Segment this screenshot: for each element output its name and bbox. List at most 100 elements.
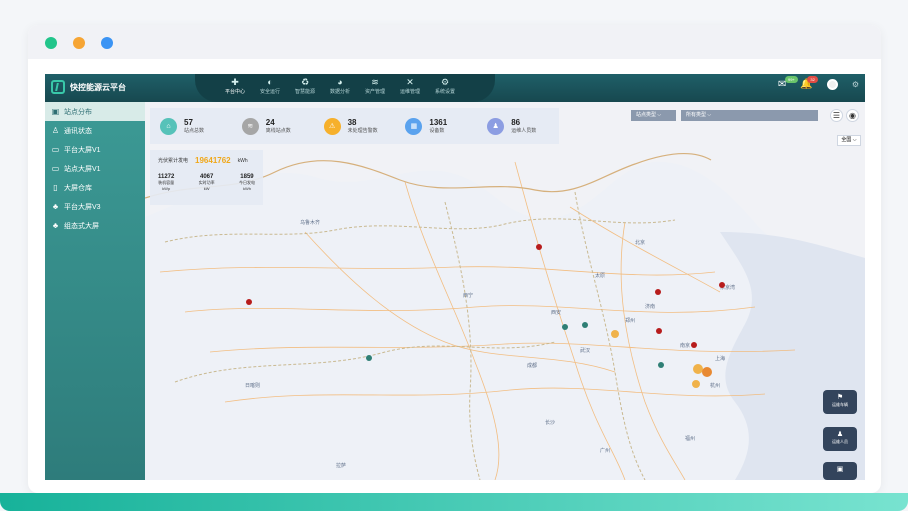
tab-system-settings[interactable]: ⚙ 系统设置 [430,77,460,95]
person-icon: ♟ [487,117,505,135]
svg-text:杭州: 杭州 [710,382,720,389]
folder-icon: ▯ [53,183,58,192]
app-shell: 快控能源云平台 ✚ 平台中心 ◐ 安全运行 ♻ 智慧能源 ◕ 数据分析 ≋ 资产管理 ✕ 运… [45,74,865,480]
site-marker-online[interactable] [562,324,568,330]
tab-data-analysis[interactable]: ◕ 数据分析 [325,77,355,95]
site-marker[interactable] [536,244,542,250]
offline-icon: ≋ [241,117,259,135]
site-cluster[interactable] [693,364,703,374]
svg-text:西安: 西安 [551,309,561,316]
staff-icon: ♟ [836,431,844,438]
app-frame: 快控能源云平台 ✚ 平台中心 ◐ 安全运行 ♻ 智慧能源 ◕ 数据分析 ≋ 资产管理 ✕ 运… [28,25,881,493]
svg-text:南京: 南京 [680,342,690,349]
svg-text:武汉: 武汉 [580,347,590,354]
site-total-icon: ⌂ [160,117,177,135]
site-marker[interactable] [719,282,725,288]
svg-text:长沙: 长沙 [545,419,555,426]
window-dot-blue [101,37,113,49]
widget-icon: ▣ [836,466,844,473]
bottom-accent [0,493,908,511]
site-icon: ▣ [51,107,60,116]
maintenance-vehicles-button[interactable]: ⚑ 运维车辆 [823,390,857,414]
tab-platform-center[interactable]: ✚ 平台中心 [220,77,250,95]
sidebar-item-screen-warehouse[interactable]: ▯ 大屏仓库 [45,178,145,197]
settings-icon[interactable]: ⚙ [852,80,859,89]
stat-site-total: ⌂ 57 站点总数 [150,117,232,135]
site-marker[interactable] [246,299,252,305]
svg-text:广州: 广州 [600,447,610,454]
notification-badge: 32 [807,76,818,83]
svg-text:福州: 福州 [685,435,695,442]
stat-device-count: ▦ 1361 设备数 [395,117,477,135]
site-marker[interactable] [691,342,697,348]
mail-badge: 99+ [784,76,798,83]
stat-offline-sites: ≋ 24 离线站点数 [232,117,314,135]
svg-text:成都: 成都 [527,362,537,369]
site-type-select[interactable]: 站点类型 ⌵ [631,110,676,121]
tools-icon: ✕ [406,77,414,87]
logo[interactable]: 快控能源云平台 [51,80,126,94]
svg-text:济南: 济南 [645,303,655,310]
site-marker[interactable] [655,289,661,295]
maintenance-staff-button[interactable]: ♟ 运维人员 [823,427,857,451]
notification-button[interactable]: 🔔 32 [800,76,818,90]
installed-capacity: 11272 装机容量 kWp [158,174,175,191]
svg-text:西宁: 西宁 [463,292,473,299]
list-view-button[interactable]: ☰ [830,109,843,122]
site-cluster[interactable] [611,330,619,338]
sidebar: ▣ 站点分布 ♙ 通讯状态 ▭ 平台大屏V1 ▭ 站点大屏V1 ▯ 大屏仓库 ♣ 平台大屏V… [45,102,145,480]
platform-icon: ✚ [231,77,239,87]
region-select[interactable]: 全国 ⌵ [837,135,861,146]
gear-icon: ⚙ [440,77,450,87]
site-marker-online[interactable] [366,355,372,361]
site-cluster[interactable] [692,380,700,388]
all-types-select[interactable]: 所有类型 ⌵ [681,110,818,121]
top-bar: 快控能源云平台 ✚ 平台中心 ◐ 安全运行 ♻ 智慧能源 ◕ 数据分析 ≋ 资产管理 ✕ 运… [45,74,865,102]
database-icon: ≋ [371,77,379,87]
avatar[interactable] [826,79,838,90]
sidebar-item-communication-status[interactable]: ♙ 通讯状态 [45,121,145,140]
site-marker-online[interactable] [658,362,664,368]
stat-unhandled-alarms: ⚠ 38 未处理告警数 [314,117,396,135]
svg-text:北京: 北京 [635,239,645,246]
svg-text:郑州: 郑州 [625,317,635,324]
mail-button[interactable]: ✉ 99+ [778,76,798,90]
tab-asset-management[interactable]: ≋ 资产管理 [360,77,390,95]
site-marker-online[interactable] [582,322,588,328]
svg-text:太原: 太原 [595,272,605,279]
globe-button[interactable]: ◉ [846,109,859,122]
realtime-power: 4067 实时功率 kW [198,174,215,191]
svg-text:上海: 上海 [715,355,725,362]
sidebar-item-site-screen-v1[interactable]: ▭ 站点大屏V1 [45,159,145,178]
svg-text:拉萨: 拉萨 [336,462,346,469]
site-marker[interactable] [656,328,662,334]
site-cluster[interactable] [702,367,712,377]
window-dot-orange [73,37,85,49]
window-chrome [28,25,881,59]
main-nav: ✚ 平台中心 ◐ 安全运行 ♻ 智慧能源 ◕ 数据分析 ≋ 资产管理 ✕ 运维管理 ⚙ 系统设… [220,77,460,95]
network-icon: ♣ [52,221,59,230]
warning-icon: ⚠ [323,117,341,135]
window-dot-green [45,37,57,49]
svg-text:乌鲁木齐: 乌鲁木齐 [300,219,320,226]
stats-panel: ⌂ 57 站点总数 ≋ 24 离线站点数 ⚠ 38 未处理告警数 ▦ 1361 设备数 ♟ 86 运… [150,108,559,144]
top-actions: ✉ 99+ 🔔 32 ⚙ [778,76,859,90]
sidebar-item-site-distribution[interactable]: ▣ 站点分布 [45,102,145,121]
app-title: 快控能源云平台 [70,82,126,92]
vehicle-icon: ⚑ [836,394,844,401]
monitor-icon: ▭ [51,145,60,154]
user-group-icon: ♙ [51,126,60,135]
tab-smart-energy[interactable]: ♻ 智慧能源 [290,77,320,95]
site-map[interactable]: 北京 太原 西宁 济南 西安 郑州 南京 上海 武汉 成都 长沙 杭州 福州 广州 拉萨 日喀则 东京湾… [145,102,865,480]
map-widget-button[interactable]: ▣ [823,462,857,480]
sidebar-item-platform-screen-v3[interactable]: ♣ 平台大屏V3 [45,197,145,216]
svg-text:日喀则: 日喀则 [245,382,260,389]
pie-chart-icon: ◕ [337,77,343,87]
sidebar-item-platform-screen-v1[interactable]: ▭ 平台大屏V1 [45,140,145,159]
sidebar-item-configuration-screen[interactable]: ♣ 组态式大屏 [45,216,145,235]
network-icon: ♣ [52,202,59,211]
tab-safe-operation[interactable]: ◐ 安全运行 [255,77,285,95]
tab-operation-management[interactable]: ✕ 运维管理 [395,77,425,95]
monitor-icon: ▭ [51,164,60,173]
stat-maintainers: ♟ 86 运维人员数 [477,117,559,135]
